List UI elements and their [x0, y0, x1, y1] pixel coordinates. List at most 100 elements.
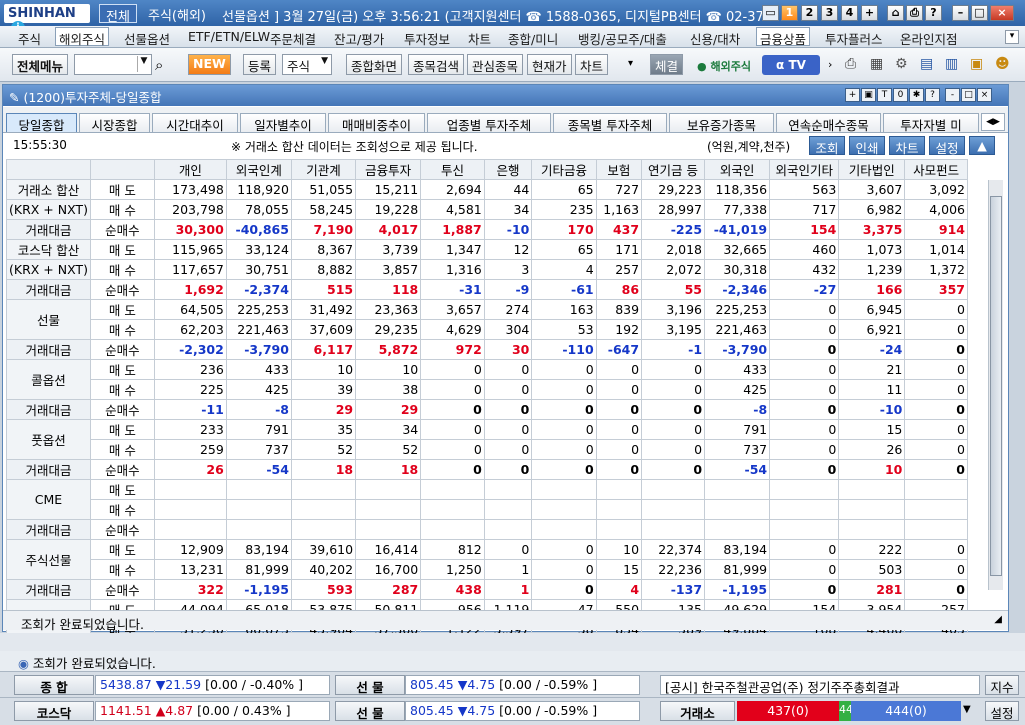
lock-icon[interactable]: ▣ — [970, 56, 983, 72]
window-text-icon[interactable]: T — [877, 88, 892, 102]
tab-stock-investor[interactable]: 종목별 투자주체 — [553, 113, 667, 132]
market-select[interactable]: 주식 ▼ — [282, 54, 332, 75]
screen-3-button[interactable]: 3 — [821, 5, 838, 21]
menu-item-mini[interactable]: 종합/미니 — [508, 29, 558, 48]
table-row[interactable]: 풋옵션 매 도 233 791 35 34 0 0 0 0 0 791 0 15 0 — [6, 419, 968, 460]
menu-scroll-icon[interactable]: ▾ — [1005, 30, 1019, 44]
table-row[interactable]: 매 수 — [7, 499, 968, 520]
tab-by-investor[interactable]: 투자자별 미 — [883, 113, 979, 132]
interest-stock-button[interactable]: 관심종목 — [467, 54, 524, 75]
resize-icon[interactable]: ◢ — [994, 614, 1002, 625]
menu-item-chart[interactable]: 차트 — [468, 29, 491, 48]
home-icon[interactable]: ⌂ — [887, 5, 904, 21]
tab-market-summary[interactable]: 시장종합 — [79, 113, 150, 132]
tab-time-trend[interactable]: 시간대추이 — [152, 113, 238, 132]
tv-button[interactable]: α TV — [762, 55, 820, 75]
table-row[interactable]: (KRX + NXT) 매 수 203,798 78,055 58,245 19,228 4… — [6, 199, 968, 220]
stock-search-button[interactable]: 종목검색 — [408, 54, 465, 75]
minimize-icon[interactable]: – — [952, 5, 969, 21]
arrow-icon[interactable]: › — [828, 58, 832, 71]
table-row[interactable]: 코스닥 합산 매 도 115,965 33,124 8,367 3,739 1,347 12 6… — [6, 239, 968, 260]
table-row[interactable]: 콜옵션 매 도 236 433 10 10 0 0 0 0 0 433 0 21 0 — [6, 359, 968, 400]
window-pin-icon[interactable]: ✱ — [909, 88, 924, 102]
table-row[interactable]: 거래소 합산 매 도 173,498 118,920 51,055 15,211 2,694… — [6, 179, 968, 200]
collapse-button[interactable]: ▲ — [969, 136, 995, 155]
menu-item-futures[interactable]: 선물옵션 — [124, 29, 170, 48]
search-icon[interactable]: ⌕ — [155, 56, 163, 74]
menu-item-balance[interactable]: 잔고/평가 — [334, 29, 384, 48]
monitor-icon[interactable]: ▭ — [762, 5, 779, 21]
screen-1-button[interactable]: 1 — [781, 5, 798, 21]
futures-label-2[interactable]: 선 물 — [335, 701, 405, 721]
menu-item-order[interactable]: 주문체결 — [270, 29, 316, 48]
restore-icon[interactable]: □ — [971, 5, 988, 21]
tab-holding-increase[interactable]: 보유증가종목 — [669, 113, 774, 132]
screen-4-button[interactable]: 4 — [841, 5, 858, 21]
window-add-icon[interactable]: + — [845, 88, 860, 102]
mode-all-tab[interactable]: 전체 — [99, 4, 137, 25]
tab-continuous-buy[interactable]: 연속순매수종목 — [776, 113, 881, 132]
print-icon[interactable]: ⎙ — [906, 5, 923, 21]
tab-ratio-trend[interactable]: 매매비중추이 — [328, 113, 425, 132]
gear-icon[interactable]: ⚙ — [895, 56, 908, 72]
settings-footer-button[interactable]: 설정 — [985, 701, 1019, 721]
window-maximize-icon[interactable]: □ — [961, 88, 976, 102]
window-minimize-icon[interactable]: - — [945, 88, 960, 102]
table-row[interactable]: 거래대금 순매수 30,300 -40,865 7,190 4,017 1,887 -10 17… — [6, 219, 968, 240]
futures-label[interactable]: 선 물 — [335, 675, 405, 695]
query-button[interactable]: 조회 — [809, 136, 845, 156]
print-button[interactable]: 인쇄 — [849, 136, 885, 156]
index-button[interactable]: 지수 — [985, 675, 1019, 695]
chegyeol-button[interactable]: 체결 — [650, 54, 684, 75]
window-close-icon[interactable]: × — [977, 88, 992, 102]
menu-item-online[interactable]: 온라인지점 — [900, 29, 958, 48]
chevron-down-icon[interactable]: ▼ — [137, 56, 150, 72]
screen-number-input[interactable]: ▼ — [74, 54, 152, 75]
chevron-down-icon[interactable]: ▼ — [963, 701, 981, 721]
table-row[interactable]: 주식선물 매 도 12,909 83,194 39,610 16,414 812 0 0 10 22… — [6, 539, 968, 580]
index-label[interactable]: 종 합 — [14, 675, 94, 695]
menu-item-info[interactable]: 투자정보 — [404, 29, 450, 48]
menu-item-stock[interactable]: 주식 — [18, 29, 41, 48]
menu-item-financial[interactable]: 금융상품 — [756, 27, 811, 47]
menu-item-plus[interactable]: 투자플러스 — [825, 29, 883, 48]
printer-icon[interactable]: ⎙ — [845, 56, 856, 72]
chart-button[interactable]: 차트 — [575, 54, 609, 75]
close-icon[interactable]: × — [990, 5, 1014, 21]
menu-item-banking[interactable]: 뱅킹/공모주/대출 — [578, 29, 667, 48]
table-row[interactable]: 매 수 62,203 221,463 37,609 29,235 4,629 304 53 19… — [7, 319, 968, 340]
new-button[interactable]: NEW — [188, 54, 231, 75]
menu-item-etf[interactable]: ETF/ETN/ELW — [188, 29, 270, 44]
kosdaq-label[interactable]: 코스닥 — [14, 701, 94, 721]
window-link-icon[interactable]: ▣ — [861, 88, 876, 102]
table-row[interactable]: 거래대금 순매수 — [6, 519, 968, 540]
table-row[interactable]: (KRX + NXT) 매 수 117,657 30,751 8,882 3,857 1,3… — [6, 259, 968, 280]
user-icon[interactable]: ☻ — [995, 56, 1010, 72]
window-icon[interactable]: ▤ — [920, 56, 933, 72]
news-ticker[interactable]: [공시] 한국주철관공업(주) 정기주주총회결과 — [660, 675, 980, 695]
current-price-button[interactable]: 현재가 — [527, 54, 572, 75]
window-help-icon[interactable]: ? — [925, 88, 940, 102]
tab-daily-summary[interactable]: 당일종합 — [6, 113, 77, 132]
tab-sector-investor[interactable]: 업종별 투자주체 — [427, 113, 551, 132]
combo-screen-button[interactable]: 종합화면 — [346, 54, 403, 75]
table-row[interactable]: 거래대금 순매수 -11 -8 29 29 0 0 0 0 0 -8 0 -10 0 — [6, 399, 968, 420]
table-row[interactable]: 거래대금 순매수 26 -54 18 18 0 0 0 0 0 -54 0 10 0 — [6, 459, 968, 480]
scroll-thumb[interactable] — [990, 196, 1002, 576]
market-select-label[interactable]: 거래소 — [660, 701, 735, 721]
screen-2-button[interactable]: 2 — [801, 5, 818, 21]
mode-overseas-tab[interactable]: 주식(해외) — [142, 4, 212, 24]
window-zero-icon[interactable]: 0 — [893, 88, 908, 102]
layout-icon[interactable]: ▥ — [945, 56, 958, 72]
table-row[interactable]: 매 수 13,231 81,999 40,202 16,700 1,250 1 0 15 22,2… — [7, 559, 968, 580]
more-icon[interactable]: ▾ — [628, 58, 633, 69]
tab-daily-trend[interactable]: 일자별추이 — [240, 113, 326, 132]
table-row[interactable]: 매 수 259 737 52 52 0 0 0 0 0 737 0 26 0 — [7, 439, 968, 460]
tab-scroll-icon[interactable]: ◀▶ — [981, 113, 1005, 131]
vertical-scrollbar[interactable] — [988, 180, 1003, 590]
table-row[interactable]: CME 매 도 — [6, 479, 968, 520]
menu-item-overseas-stock[interactable]: 해외주식 — [55, 27, 110, 47]
chart-view-button[interactable]: 차트 — [889, 136, 925, 156]
table-row[interactable]: 선물 매 도 64,505 225,253 31,492 23,363 3,657 274 16… — [6, 299, 968, 340]
table-row[interactable]: 매 수 225 425 39 38 0 0 0 0 0 425 0 11 0 — [7, 379, 968, 400]
